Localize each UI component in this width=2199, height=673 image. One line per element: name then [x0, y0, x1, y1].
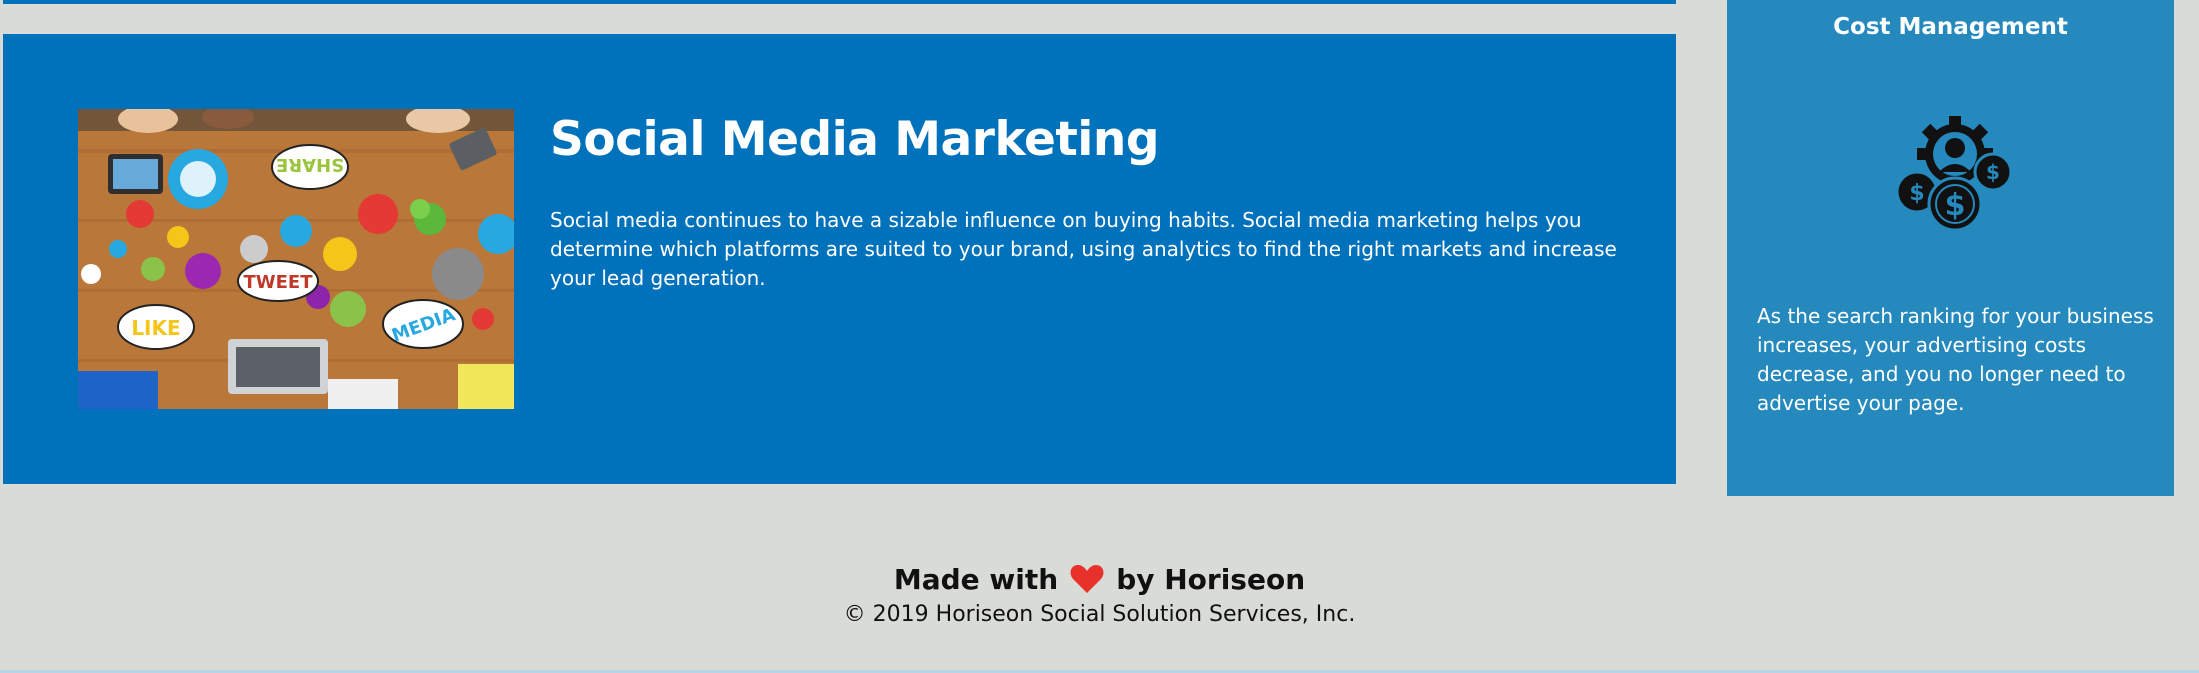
benefit-title: Cost Management	[1833, 14, 2068, 40]
footer-copyright: © 2019 Horiseon Social Solution Services…	[843, 602, 1356, 627]
cost-management-card: Cost Management $ $ $ As the search rank…	[1727, 0, 2174, 496]
social-media-marketing-image: SHARE TWEET LIKE MEDIA	[78, 109, 514, 409]
share-label: SHARE	[276, 154, 344, 175]
previous-section-edge	[3, 0, 1676, 4]
svg-text:$: $	[1945, 188, 1966, 223]
social-media-marketing-section: SHARE TWEET LIKE MEDIA Social Media Mark…	[3, 34, 1676, 484]
footer-made-suffix: by Horiseon	[1116, 563, 1306, 596]
footer-made-with: Made with by Horiseon	[0, 560, 2199, 600]
svg-text:$: $	[1909, 181, 1924, 206]
like-label: LIKE	[131, 316, 180, 340]
section-description: Social media continues to have a sizable…	[550, 208, 1617, 290]
footer-made-prefix: Made with	[893, 563, 1059, 596]
benefit-description: As the search ranking for your business …	[1757, 304, 2154, 415]
footer: Made with by Horiseon © 2019 Horiseon Soc…	[0, 560, 2199, 630]
svg-text:$: $	[1986, 160, 2000, 184]
cost-management-icon: $ $ $	[1895, 116, 2013, 232]
tweet-label: TWEET	[243, 272, 313, 293]
section-title: Social Media Marketing	[550, 112, 1160, 167]
heart-icon	[1070, 565, 1104, 593]
